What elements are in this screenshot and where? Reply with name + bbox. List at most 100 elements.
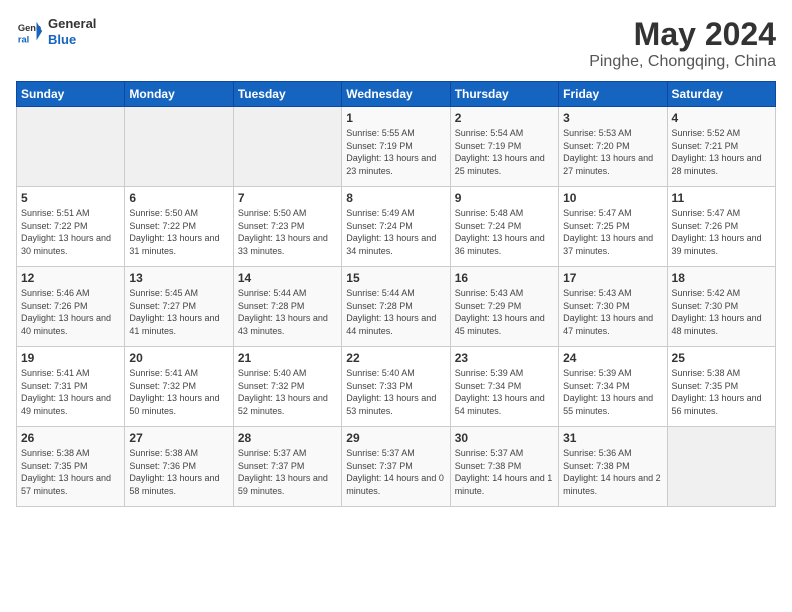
day-number: 30 [455, 431, 554, 445]
weekday-header: Sunday [17, 82, 125, 107]
page-header: Gene ral General Blue May 2024 Pinghe, C… [16, 16, 776, 71]
cell-info: Sunrise: 5:52 AM Sunset: 7:21 PM Dayligh… [672, 127, 771, 177]
cell-info: Sunrise: 5:38 AM Sunset: 7:35 PM Dayligh… [21, 447, 120, 497]
weekday-header: Wednesday [342, 82, 450, 107]
cell-info: Sunrise: 5:45 AM Sunset: 7:27 PM Dayligh… [129, 287, 228, 337]
calendar-cell: 29Sunrise: 5:37 AM Sunset: 7:37 PM Dayli… [342, 427, 450, 507]
calendar-cell [233, 107, 341, 187]
day-number: 23 [455, 351, 554, 365]
calendar-cell: 7 Sunrise: 5:50 AM Sunset: 7:23 PM Daylig… [233, 187, 341, 267]
day-number: 28 [238, 431, 337, 445]
day-number: 4 [672, 111, 771, 125]
cell-info: Sunrise: 5:38 AM Sunset: 7:36 PM Dayligh… [129, 447, 228, 497]
calendar-cell: 9 Sunrise: 5:48 AM Sunset: 7:24 PM Daylig… [450, 187, 558, 267]
calendar-cell: 22Sunrise: 5:40 AM Sunset: 7:33 PM Dayli… [342, 347, 450, 427]
cell-info: Sunrise: 5:53 AM Sunset: 7:20 PM Dayligh… [563, 127, 662, 177]
calendar-cell: 18Sunrise: 5:42 AM Sunset: 7:30 PM Dayli… [667, 267, 775, 347]
day-number: 2 [455, 111, 554, 125]
cell-info: Sunrise: 5:38 AM Sunset: 7:35 PM Dayligh… [672, 367, 771, 417]
calendar-week-row: 19 Sunrise: 5:41 AM Sunset: 7:31 PM Dayli… [17, 347, 776, 427]
weekday-header: Thursday [450, 82, 558, 107]
cell-info: Sunrise: 5:49 AM Sunset: 7:24 PM Dayligh… [346, 207, 445, 257]
calendar-week-row: 12Sunrise: 5:46 AM Sunset: 7:26 PM Dayli… [17, 267, 776, 347]
day-number: 17 [563, 271, 662, 285]
day-number: 11 [672, 191, 771, 205]
day-number: 7 [238, 191, 337, 205]
svg-text:ral: ral [18, 34, 29, 44]
cell-info: Sunrise: 5:36 AM Sunset: 7:38 PM Dayligh… [563, 447, 662, 497]
cell-info: Sunrise: 5:54 AM Sunset: 7:19 PM Dayligh… [455, 127, 554, 177]
day-number: 10 [563, 191, 662, 205]
calendar-cell: 31Sunrise: 5:36 AM Sunset: 7:38 PM Dayli… [559, 427, 667, 507]
calendar-cell: 4 Sunrise: 5:52 AM Sunset: 7:21 PM Daylig… [667, 107, 775, 187]
calendar-cell: 26 Sunrise: 5:38 AM Sunset: 7:35 PM Dayli… [17, 427, 125, 507]
cell-info: Sunrise: 5:43 AM Sunset: 7:30 PM Dayligh… [563, 287, 662, 337]
cell-info: Sunrise: 5:55 AM Sunset: 7:19 PM Dayligh… [346, 127, 445, 177]
day-number: 25 [672, 351, 771, 365]
calendar-week-row: 26 Sunrise: 5:38 AM Sunset: 7:35 PM Dayli… [17, 427, 776, 507]
day-number: 5 [21, 191, 120, 205]
calendar-cell: 28 Sunrise: 5:37 AM Sunset: 7:37 PM Dayli… [233, 427, 341, 507]
cell-info: Sunrise: 5:50 AM Sunset: 7:23 PM Dayligh… [238, 207, 337, 257]
cell-info: Sunrise: 5:47 AM Sunset: 7:25 PM Dayligh… [563, 207, 662, 257]
calendar-cell: 3 Sunrise: 5:53 AM Sunset: 7:20 PM Daylig… [559, 107, 667, 187]
calendar-cell: 10 Sunrise: 5:47 AM Sunset: 7:25 PM Dayli… [559, 187, 667, 267]
calendar-cell: 14 Sunrise: 5:44 AM Sunset: 7:28 PM Dayli… [233, 267, 341, 347]
calendar-cell: 23 Sunrise: 5:39 AM Sunset: 7:34 PM Dayli… [450, 347, 558, 427]
day-number: 6 [129, 191, 228, 205]
calendar-cell: 15 Sunrise: 5:44 AM Sunset: 7:28 PM Dayli… [342, 267, 450, 347]
day-number: 3 [563, 111, 662, 125]
day-number: 27 [129, 431, 228, 445]
cell-info: Sunrise: 5:41 AM Sunset: 7:31 PM Dayligh… [21, 367, 120, 417]
day-number: 20 [129, 351, 228, 365]
day-number: 22 [346, 351, 445, 365]
day-number: 26 [21, 431, 120, 445]
calendar-cell: 17 Sunrise: 5:43 AM Sunset: 7:30 PM Dayli… [559, 267, 667, 347]
day-number: 15 [346, 271, 445, 285]
calendar-cell: 2 Sunrise: 5:54 AM Sunset: 7:19 PM Daylig… [450, 107, 558, 187]
day-number: 1 [346, 111, 445, 125]
cell-info: Sunrise: 5:44 AM Sunset: 7:28 PM Dayligh… [238, 287, 337, 337]
main-title: May 2024 [589, 16, 776, 53]
calendar-cell: 21Sunrise: 5:40 AM Sunset: 7:32 PM Dayli… [233, 347, 341, 427]
weekday-header: Saturday [667, 82, 775, 107]
day-number: 14 [238, 271, 337, 285]
logo-icon: Gene ral [16, 18, 44, 46]
cell-info: Sunrise: 5:50 AM Sunset: 7:22 PM Dayligh… [129, 207, 228, 257]
weekday-header: Friday [559, 82, 667, 107]
calendar-cell: 6 Sunrise: 5:50 AM Sunset: 7:22 PM Daylig… [125, 187, 233, 267]
day-number: 9 [455, 191, 554, 205]
logo: Gene ral General Blue [16, 16, 96, 47]
logo-line1: General [48, 16, 96, 31]
day-number: 24 [563, 351, 662, 365]
logo-text: General Blue [48, 16, 96, 47]
day-number: 18 [672, 271, 771, 285]
cell-info: Sunrise: 5:44 AM Sunset: 7:28 PM Dayligh… [346, 287, 445, 337]
calendar-cell [667, 427, 775, 507]
cell-info: Sunrise: 5:47 AM Sunset: 7:26 PM Dayligh… [672, 207, 771, 257]
cell-info: Sunrise: 5:39 AM Sunset: 7:34 PM Dayligh… [563, 367, 662, 417]
calendar-cell: 16Sunrise: 5:43 AM Sunset: 7:29 PM Dayli… [450, 267, 558, 347]
calendar-cell: 8 Sunrise: 5:49 AM Sunset: 7:24 PM Daylig… [342, 187, 450, 267]
cell-info: Sunrise: 5:46 AM Sunset: 7:26 PM Dayligh… [21, 287, 120, 337]
calendar-body: 1 Sunrise: 5:55 AM Sunset: 7:19 PM Daylig… [17, 107, 776, 507]
calendar-cell: 25 Sunrise: 5:38 AM Sunset: 7:35 PM Dayli… [667, 347, 775, 427]
cell-info: Sunrise: 5:39 AM Sunset: 7:34 PM Dayligh… [455, 367, 554, 417]
cell-info: Sunrise: 5:40 AM Sunset: 7:32 PM Dayligh… [238, 367, 337, 417]
calendar-cell: 12Sunrise: 5:46 AM Sunset: 7:26 PM Dayli… [17, 267, 125, 347]
calendar-header: SundayMondayTuesdayWednesdayThursdayFrid… [17, 82, 776, 107]
calendar-cell: 13Sunrise: 5:45 AM Sunset: 7:27 PM Dayli… [125, 267, 233, 347]
title-block: May 2024 Pinghe, Chongqing, China [589, 16, 776, 71]
day-number: 16 [455, 271, 554, 285]
calendar-cell: 5Sunrise: 5:51 AM Sunset: 7:22 PM Daylig… [17, 187, 125, 267]
day-number: 19 [21, 351, 120, 365]
subtitle: Pinghe, Chongqing, China [589, 53, 776, 71]
logo-line2: Blue [48, 32, 76, 47]
calendar-cell [125, 107, 233, 187]
cell-info: Sunrise: 5:41 AM Sunset: 7:32 PM Dayligh… [129, 367, 228, 417]
cell-info: Sunrise: 5:37 AM Sunset: 7:37 PM Dayligh… [238, 447, 337, 497]
cell-info: Sunrise: 5:48 AM Sunset: 7:24 PM Dayligh… [455, 207, 554, 257]
day-number: 8 [346, 191, 445, 205]
calendar-cell: 11 Sunrise: 5:47 AM Sunset: 7:26 PM Dayli… [667, 187, 775, 267]
calendar-table: SundayMondayTuesdayWednesdayThursdayFrid… [16, 81, 776, 507]
